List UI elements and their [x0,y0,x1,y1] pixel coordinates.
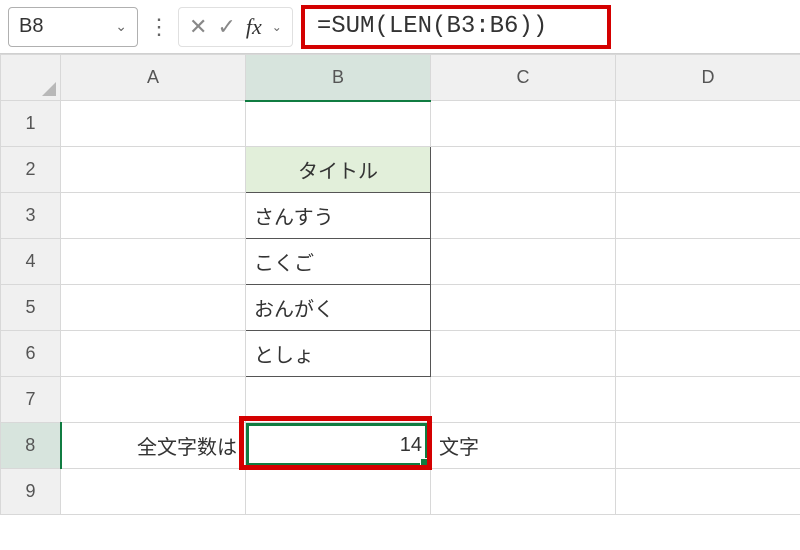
vertical-dots-icon[interactable]: ⋮ [146,14,170,40]
cell-D6[interactable] [616,331,800,377]
formula-buttons: ✕ ✓ fx ⌄ [178,7,293,47]
cell-D9[interactable] [616,469,800,515]
row-5: 5 おんがく [1,285,800,331]
cell-C6[interactable] [431,331,616,377]
col-header-A[interactable]: A [61,55,246,101]
cell-A7[interactable] [61,377,246,423]
chevron-down-icon[interactable]: ⌄ [115,18,127,35]
cell-C3[interactable] [431,193,616,239]
cell-D4[interactable] [616,239,800,285]
row-header-2[interactable]: 2 [1,147,61,193]
row-header-1[interactable]: 1 [1,101,61,147]
row-1: 1 [1,101,800,147]
cell-A9[interactable] [61,469,246,515]
cell-A3[interactable] [61,193,246,239]
row-8: 8 全文字数は 14 文字 [1,423,800,469]
cell-B1[interactable] [246,101,431,147]
fx-icon[interactable]: fx [246,14,262,40]
formula-bar: B8 ⌄ ⋮ ✕ ✓ fx ⌄ =SUM(LEN(B3:B6)) [0,0,800,54]
cell-A8[interactable]: 全文字数は [61,423,246,469]
cancel-icon[interactable]: ✕ [189,16,207,38]
row-header-6[interactable]: 6 [1,331,61,377]
row-header-7[interactable]: 7 [1,377,61,423]
cell-C8[interactable]: 文字 [431,423,616,469]
select-all-corner[interactable] [1,55,61,101]
cell-D1[interactable] [616,101,800,147]
spreadsheet-grid[interactable]: A B C D 1 2 タイトル 3 さんすう 4 こくご 5 おんがく [0,54,800,515]
row-header-4[interactable]: 4 [1,239,61,285]
cell-A2[interactable] [61,147,246,193]
cell-A6[interactable] [61,331,246,377]
cell-B6[interactable]: としょ [246,331,431,377]
chevron-down-icon[interactable]: ⌄ [272,20,282,34]
row-4: 4 こくご [1,239,800,285]
cell-C7[interactable] [431,377,616,423]
cell-D8[interactable] [616,423,800,469]
row-header-5[interactable]: 5 [1,285,61,331]
col-header-D[interactable]: D [616,55,800,101]
cell-D5[interactable] [616,285,800,331]
cell-C9[interactable] [431,469,616,515]
cell-A4[interactable] [61,239,246,285]
row-header-3[interactable]: 3 [1,193,61,239]
row-7: 7 [1,377,800,423]
cell-C4[interactable] [431,239,616,285]
row-9: 9 [1,469,800,515]
cell-B8[interactable]: 14 [246,423,431,469]
row-header-9[interactable]: 9 [1,469,61,515]
row-3: 3 さんすう [1,193,800,239]
column-header-row: A B C D [1,55,800,101]
cell-C1[interactable] [431,101,616,147]
name-box[interactable]: B8 ⌄ [8,7,138,47]
cell-B2[interactable]: タイトル [246,147,431,193]
cell-B9[interactable] [246,469,431,515]
row-6: 6 としょ [1,331,800,377]
cell-C5[interactable] [431,285,616,331]
formula-input[interactable]: =SUM(LEN(B3:B6)) [301,5,611,49]
row-2: 2 タイトル [1,147,800,193]
cell-B7[interactable] [246,377,431,423]
cell-B5[interactable]: おんがく [246,285,431,331]
cell-D2[interactable] [616,147,800,193]
cell-A1[interactable] [61,101,246,147]
formula-text: =SUM(LEN(B3:B6)) [317,13,547,40]
cell-D7[interactable] [616,377,800,423]
cell-A5[interactable] [61,285,246,331]
cell-B3[interactable]: さんすう [246,193,431,239]
cell-B4[interactable]: こくご [246,239,431,285]
confirm-icon[interactable]: ✓ [217,16,235,38]
col-header-B[interactable]: B [246,55,431,101]
cell-C2[interactable] [431,147,616,193]
name-box-value: B8 [19,15,43,38]
col-header-C[interactable]: C [431,55,616,101]
cell-D3[interactable] [616,193,800,239]
row-header-8[interactable]: 8 [1,423,61,469]
